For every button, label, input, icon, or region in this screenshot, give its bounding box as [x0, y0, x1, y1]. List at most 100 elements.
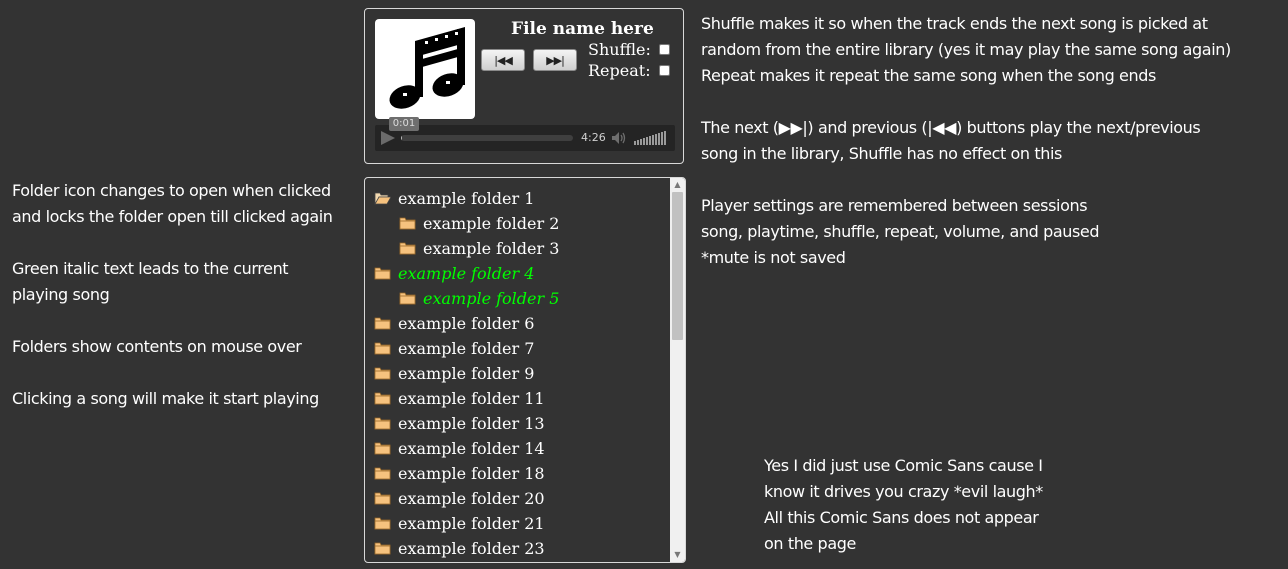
current-time-tooltip: 0:01: [389, 117, 419, 131]
note-line: Folders show contents on mouse over: [12, 337, 302, 356]
folder-item[interactable]: example folder 5: [399, 286, 559, 311]
folder-icon: [374, 267, 391, 279]
note-line: Shuffle makes it so when the track ends …: [701, 14, 1208, 33]
right-note-shuffle-repeat: Shuffle makes it so when the track ends …: [701, 11, 1231, 89]
folder-item[interactable]: example folder 20: [374, 486, 545, 511]
volume-bar: [658, 133, 660, 145]
repeat-checkbox[interactable]: [659, 65, 670, 76]
folder-icon: [374, 442, 391, 454]
folder-item[interactable]: example folder 7: [374, 336, 534, 361]
folder-icon: [374, 492, 391, 504]
folder-item[interactable]: example folder 21: [374, 511, 545, 536]
duration-label: 4:26: [581, 131, 606, 144]
folder-label: example folder 3: [423, 239, 560, 258]
note-line: Clicking a song will make it start playi…: [12, 389, 319, 408]
folder-item[interactable]: example folder 13: [374, 411, 545, 436]
volume-icon[interactable]: [611, 130, 627, 146]
volume-bar: [664, 131, 666, 145]
folder-label: example folder 5: [423, 289, 560, 308]
folder-icon: [399, 242, 416, 254]
folder-icon: [399, 217, 416, 229]
volume-bar: [661, 132, 663, 145]
folder-item[interactable]: example folder 18: [374, 461, 545, 486]
volume-slider[interactable]: [634, 131, 668, 145]
folder-item[interactable]: example folder 1: [374, 186, 534, 211]
note-line: Folder icon changes to open when clicked: [12, 181, 331, 200]
folder-label: example folder 18: [398, 464, 545, 483]
volume-bar: [634, 141, 636, 145]
folder-icon: [399, 292, 416, 304]
folder-label: example folder 14: [398, 439, 545, 458]
scroll-down-arrow[interactable]: ▼: [670, 548, 685, 562]
note-line: *mute is not saved: [701, 248, 846, 267]
volume-bar: [649, 136, 651, 145]
music-player: File name here |◀◀ ▶▶| Shuffle: Repeat: …: [364, 8, 684, 164]
volume-bar: [655, 134, 657, 145]
volume-bar: [643, 138, 645, 145]
note-line: Player settings are remembered between s…: [701, 196, 1088, 215]
note-line: Green italic text leads to the current: [12, 259, 289, 278]
folder-icon: [374, 367, 391, 379]
folder-label: example folder 1: [398, 189, 535, 208]
folder-tree: example folder 1 example folder 2 example …: [364, 177, 686, 563]
folder-label: example folder 21: [398, 514, 545, 533]
seek-bar[interactable]: [401, 135, 573, 141]
folder-item[interactable]: example folder 3: [399, 236, 559, 261]
left-note-mouseover: Folders show contents on mouse over: [12, 334, 302, 360]
folder-icon: [374, 542, 391, 554]
folder-item[interactable]: example folder 6: [374, 311, 534, 336]
note-line: playing song: [12, 285, 110, 304]
bottom-note-comic-sans: Yes I did just use Comic Sans cause I kn…: [764, 453, 1043, 557]
note-line: song, playtime, shuffle, repeat, volume,…: [701, 222, 1100, 241]
folder-label: example folder 2: [423, 214, 560, 233]
folder-item[interactable]: example folder 14: [374, 436, 545, 461]
open-folder-icon: [374, 192, 391, 204]
left-note-folder-icon: Folder icon changes to open when clicked…: [12, 178, 333, 230]
folder-icon: [374, 517, 391, 529]
left-note-green-italic: Green italic text leads to the current p…: [12, 256, 289, 308]
scroll-up-arrow[interactable]: ▲: [670, 178, 685, 192]
volume-bar: [646, 137, 648, 145]
note-line: song in the library, Shuffle has no effe…: [701, 144, 1062, 163]
note-line: All this Comic Sans does not appear: [764, 508, 1039, 527]
folder-icon: [374, 417, 391, 429]
folder-item[interactable]: example folder 23: [374, 536, 545, 561]
music-note-icon: [389, 27, 465, 109]
folder-label: example folder 9: [398, 364, 535, 383]
folder-item[interactable]: example folder 4: [374, 261, 534, 286]
scrollbar[interactable]: ▲ ▼: [670, 178, 685, 562]
next-button[interactable]: ▶▶|: [533, 49, 577, 71]
folder-icon: [374, 342, 391, 354]
shuffle-checkbox[interactable]: [659, 44, 670, 55]
previous-button[interactable]: |◀◀: [481, 49, 525, 71]
folder-label: example folder 6: [398, 314, 535, 333]
play-icon[interactable]: [381, 131, 395, 145]
note-line: Repeat makes it repeat the same song whe…: [701, 66, 1156, 85]
folder-icon: [374, 317, 391, 329]
folder-label: example folder 11: [398, 389, 545, 408]
audio-controls: 0:01 4:26: [375, 117, 675, 151]
folder-label: example folder 20: [398, 489, 545, 508]
folder-label: example folder 23: [398, 539, 545, 558]
note-line: Yes I did just use Comic Sans cause I: [764, 456, 1043, 475]
folder-label: example folder 7: [398, 339, 535, 358]
repeat-label: Repeat:: [588, 61, 651, 80]
album-art: [375, 19, 475, 119]
note-line: random from the entire library (yes it m…: [701, 40, 1231, 59]
folder-item[interactable]: example folder 9: [374, 361, 534, 386]
note-line: and locks the folder open till clicked a…: [12, 207, 333, 226]
volume-bar: [637, 140, 639, 145]
note-line: on the page: [764, 534, 856, 553]
folder-item[interactable]: example folder 11: [374, 386, 545, 411]
volume-bar: [652, 135, 654, 145]
file-name: File name here: [511, 19, 654, 39]
volume-bar: [640, 139, 642, 145]
right-note-settings: Player settings are remembered between s…: [701, 193, 1100, 271]
shuffle-label: Shuffle:: [588, 40, 651, 59]
left-note-click-song: Clicking a song will make it start playi…: [12, 386, 319, 412]
seek-bar-fill: [401, 135, 402, 141]
scroll-thumb[interactable]: [672, 192, 683, 340]
note-line: The next (▶▶|) and previous (|◀◀) button…: [701, 118, 1201, 137]
folder-item[interactable]: example folder 2: [399, 211, 559, 236]
folder-label: example folder 13: [398, 414, 545, 433]
